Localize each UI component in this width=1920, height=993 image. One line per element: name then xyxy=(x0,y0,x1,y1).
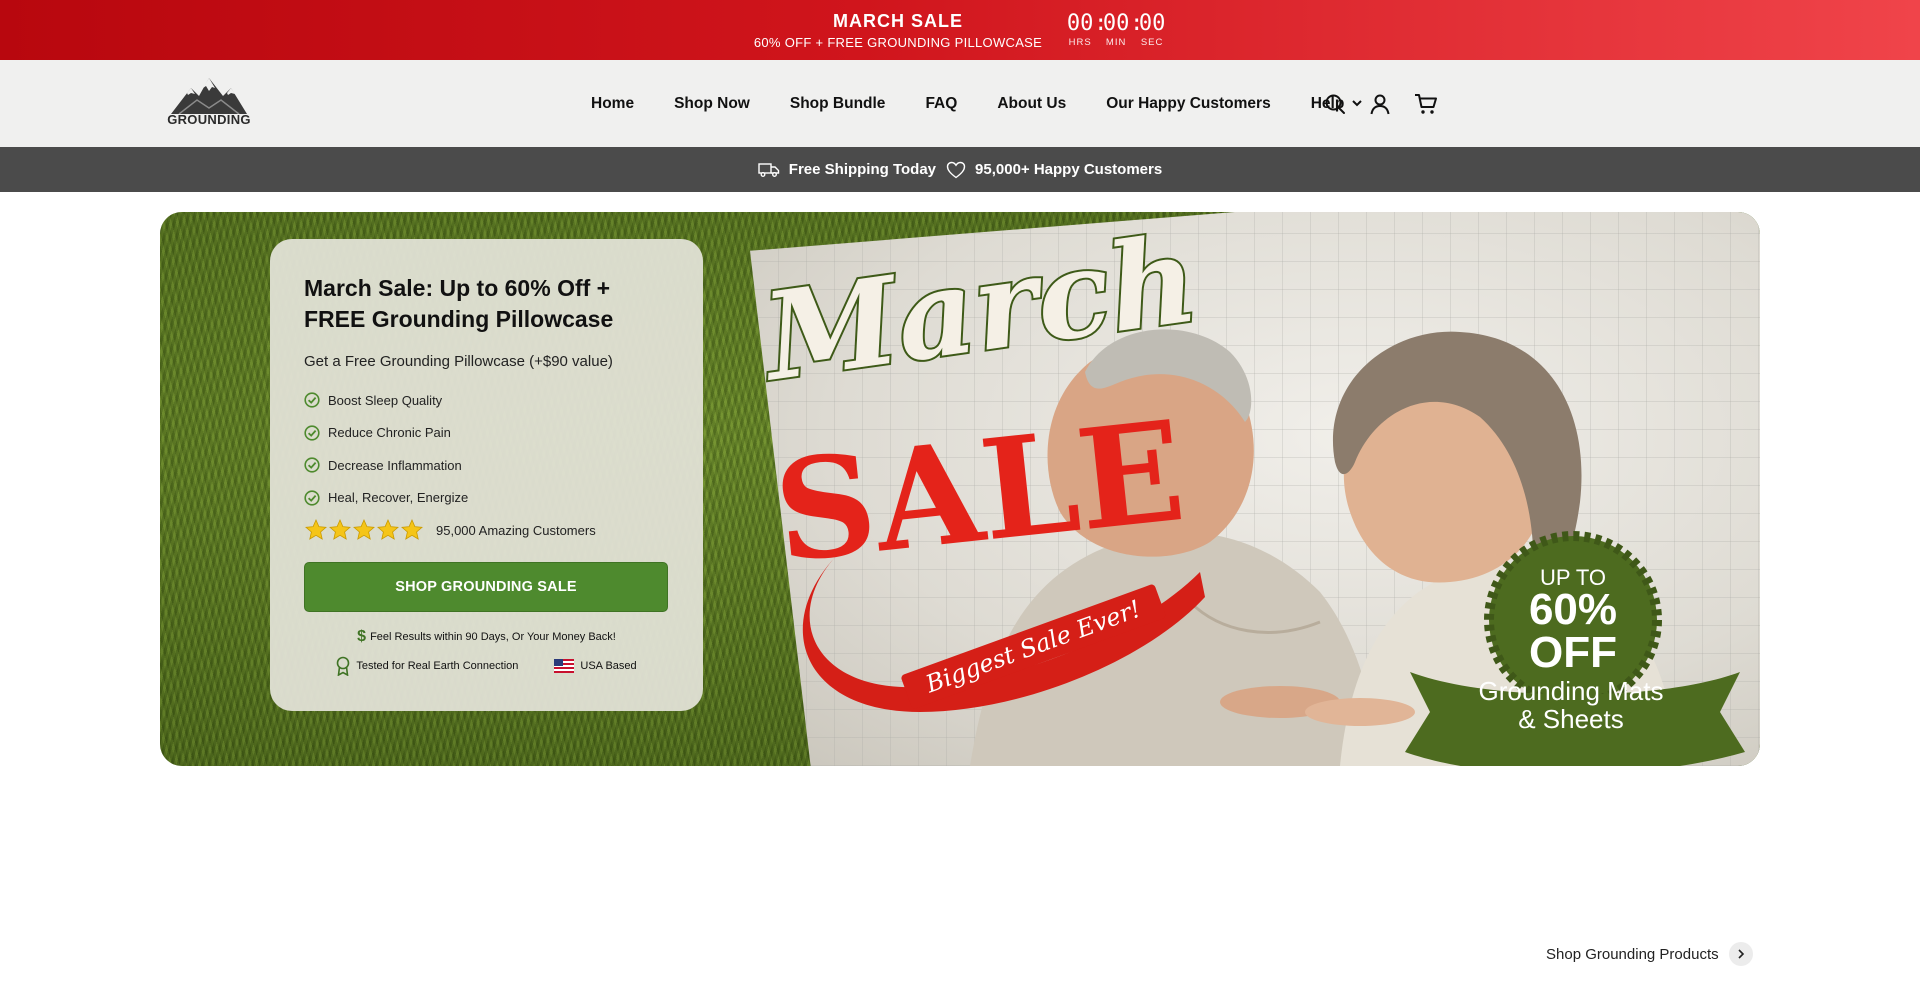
header-actions xyxy=(1301,60,1438,147)
countdown-seconds-value: 00 xyxy=(1138,11,1166,36)
usa-badge: USA Based xyxy=(554,659,637,673)
benefit-list: Boost Sleep Quality Reduce Chronic Pain … xyxy=(304,384,669,514)
countdown-separator: : xyxy=(1130,11,1144,36)
main-nav: Home Shop Now Shop Bundle FAQ About Us O… xyxy=(591,60,1402,147)
countdown-seconds-label: SEC xyxy=(1140,37,1164,48)
shop-products-link[interactable]: Shop Grounding Products xyxy=(1546,942,1753,966)
announcement-subtitle: 60% OFF + FREE GROUNDING PILLOWCASE xyxy=(753,34,1043,50)
cart-icon[interactable] xyxy=(1414,93,1438,115)
nav-about-us[interactable]: About Us xyxy=(997,95,1066,113)
promo-subtitle: Get a Free Grounding Pillowcase (+$90 va… xyxy=(304,353,613,370)
check-circle-icon xyxy=(304,457,320,473)
benefit-item: Reduce Chronic Pain xyxy=(304,417,669,450)
happy-customers-notice: 95,000+ Happy Customers xyxy=(946,161,1162,179)
tested-badge-label: Tested for Real Earth Connection xyxy=(356,660,519,672)
benefit-item: Decrease Inflammation xyxy=(304,449,669,482)
nav-home[interactable]: Home xyxy=(591,95,634,113)
seal-line-3: OFF xyxy=(1529,628,1617,677)
search-icon[interactable] xyxy=(1324,93,1346,115)
benefit-item: Heal, Recover, Energize xyxy=(304,482,669,515)
banner-line-1: Grounding Mats xyxy=(1479,676,1664,706)
money-back-guarantee: $ Feel Results within 90 Days, Or Your M… xyxy=(304,628,669,646)
account-icon[interactable] xyxy=(1369,93,1391,115)
nav-happy-customers[interactable]: Our Happy Customers xyxy=(1106,95,1271,113)
benefit-label: Reduce Chronic Pain xyxy=(328,425,451,441)
countdown-minutes: 00 MIN xyxy=(1102,11,1130,49)
award-ribbon-icon xyxy=(337,656,350,676)
nav-shop-bundle[interactable]: Shop Bundle xyxy=(790,95,886,113)
countdown-timer: 00 HRS : 00 MIN : 00 SEC xyxy=(1066,11,1166,49)
announcement-promo[interactable]: MARCH SALE 60% OFF + FREE GROUNDING PILL… xyxy=(754,11,1042,50)
nav-shop-now[interactable]: Shop Now xyxy=(674,95,750,113)
dollar-icon: $ xyxy=(357,628,367,645)
benefit-item: Boost Sleep Quality xyxy=(304,384,669,417)
rating-row: 95,000 Amazing Customers xyxy=(304,518,669,542)
truck-icon xyxy=(758,162,779,177)
guarantee-text: Feel Results within 90 Days, Or Your Mon… xyxy=(370,631,616,643)
shop-sale-button[interactable]: SHOP GROUNDING SALE xyxy=(304,562,668,612)
check-circle-icon xyxy=(304,392,320,408)
sale-big-text: SALE xyxy=(768,389,1192,594)
benefit-label: Decrease Inflammation xyxy=(328,457,462,473)
star-rating xyxy=(304,518,424,542)
countdown-minutes-value: 00 xyxy=(1102,11,1130,36)
march-script-text: March xyxy=(752,212,1205,409)
shop-products-label: Shop Grounding Products xyxy=(1546,945,1719,963)
benefit-label: Heal, Recover, Energize xyxy=(328,490,469,506)
promo-card: March Sale: Up to 60% Off + FREE Groundi… xyxy=(270,239,703,711)
benefit-label: Boost Sleep Quality xyxy=(328,392,443,408)
rating-count: 95,000 Amazing Customers xyxy=(436,522,596,538)
countdown-separator: : xyxy=(1094,11,1108,36)
happy-customers-text: 95,000+ Happy Customers xyxy=(975,161,1163,178)
countdown-minutes-label: MIN xyxy=(1105,37,1127,48)
site-logo[interactable]: GROUNDING xyxy=(162,74,256,132)
countdown-hours-value: 00 xyxy=(1066,11,1094,36)
nav-faq[interactable]: FAQ xyxy=(925,95,957,113)
announcement-title: MARCH SALE xyxy=(833,10,963,31)
heart-icon xyxy=(946,161,966,178)
countdown-hours-label: HRS xyxy=(1068,37,1092,48)
usa-badge-label: USA Based xyxy=(580,660,637,672)
announcement-bar: MARCH SALE 60% OFF + FREE GROUNDING PILL… xyxy=(0,0,1920,60)
chevron-right-icon[interactable] xyxy=(1728,942,1753,966)
us-flag-icon xyxy=(554,659,575,673)
star-icon xyxy=(329,519,351,540)
check-circle-icon xyxy=(304,425,320,441)
star-icon xyxy=(305,519,327,540)
trust-badges: Tested for Real Earth Connection USA Bas… xyxy=(304,656,669,676)
logo-wordmark: GROUNDING xyxy=(167,112,251,127)
check-circle-icon xyxy=(304,490,320,506)
star-icon xyxy=(377,519,399,540)
promo-title: March Sale: Up to 60% Off + FREE Groundi… xyxy=(304,275,614,332)
free-shipping-notice: Free Shipping Today xyxy=(758,161,936,178)
star-icon xyxy=(353,519,375,540)
free-shipping-text: Free Shipping Today xyxy=(788,161,937,178)
shipping-bar: Free Shipping Today 95,000+ Happy Custom… xyxy=(0,147,1920,192)
mountain-logo-icon xyxy=(171,78,247,114)
banner-line-2: & Sheets xyxy=(1518,704,1624,734)
hero-banner[interactable]: March SALE Biggest Sale Ever! UP TO 60% … xyxy=(160,212,1760,766)
countdown-seconds: 00 SEC xyxy=(1138,11,1166,49)
countdown-hours: 00 HRS xyxy=(1066,11,1094,49)
seal-line-2: 60% xyxy=(1529,585,1617,634)
tested-badge: Tested for Real Earth Connection xyxy=(336,656,518,676)
site-header: GROUNDING Home Shop Now Shop Bundle FAQ … xyxy=(0,60,1920,147)
star-icon xyxy=(401,519,423,540)
